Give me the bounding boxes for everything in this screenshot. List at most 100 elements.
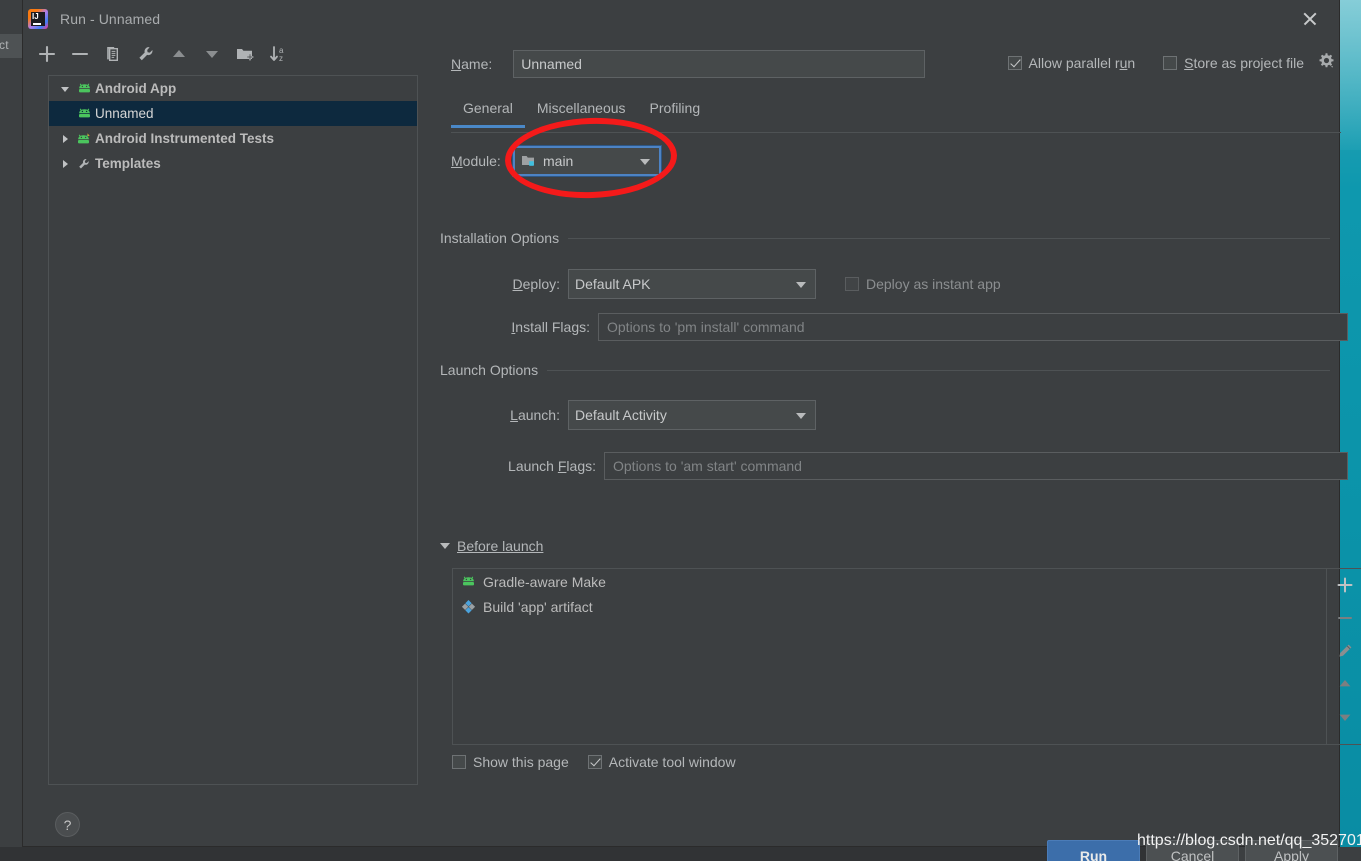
show-this-page-checkbox[interactable]: Show this page xyxy=(452,754,569,770)
close-icon[interactable] xyxy=(1299,8,1321,30)
help-button[interactable]: ? xyxy=(55,812,80,837)
chevron-down-icon[interactable] xyxy=(640,159,650,165)
add-configuration-button[interactable] xyxy=(36,43,58,65)
store-as-project-file-label: Store as project file xyxy=(1184,55,1304,71)
chevron-down-icon[interactable] xyxy=(440,543,450,549)
chevron-down-icon[interactable] xyxy=(796,282,806,288)
launch-value: Default Activity xyxy=(575,407,667,423)
checkbox-box[interactable] xyxy=(1007,56,1022,70)
launch-dropdown[interactable]: Default Activity xyxy=(568,400,816,430)
installation-options-group: Installation Options xyxy=(440,230,1330,246)
move-task-down-button[interactable] xyxy=(1332,704,1358,730)
checkbox-box[interactable] xyxy=(587,755,602,769)
allow-parallel-run-checkbox[interactable]: Allow parallel run xyxy=(1007,55,1136,71)
deploy-dropdown[interactable]: Default APK xyxy=(568,269,816,299)
run-button[interactable]: Run xyxy=(1047,840,1140,861)
install-flags-placeholder: Options to 'pm install' command xyxy=(607,319,805,335)
deploy-as-instant-app-checkbox[interactable]: Deploy as instant app xyxy=(845,276,1001,292)
launch-flags-label: Launch Flags: xyxy=(508,458,596,474)
install-flags-input[interactable]: Options to 'pm install' command xyxy=(598,313,1348,341)
dialog-titlebar: IJ Run - Unnamed xyxy=(23,0,1339,37)
configurations-tree[interactable]: Android App Unnamed Android Instrumented… xyxy=(48,75,418,785)
tree-item-android-app[interactable]: Android App xyxy=(49,76,417,101)
checkbox-box[interactable] xyxy=(452,755,466,769)
tree-item-unnamed[interactable]: Unnamed xyxy=(49,101,417,126)
name-label: Name: xyxy=(451,56,493,72)
desktop-background-clouds xyxy=(1340,0,1361,150)
deploy-row: Deploy: Default APK Deploy as instant ap… xyxy=(488,269,1001,299)
screen-root: ct IJ Run - Unnamed a z Android App Unna… xyxy=(0,0,1361,861)
module-row: Module: main xyxy=(451,145,662,177)
svg-text:z: z xyxy=(279,54,283,63)
installation-options-title: Installation Options xyxy=(440,230,560,246)
group-divider xyxy=(547,369,1330,371)
before-launch-toolbar xyxy=(1327,568,1361,745)
tabs-separator xyxy=(451,132,1341,133)
wrench-icon[interactable] xyxy=(135,43,157,65)
tree-item-templates[interactable]: Templates xyxy=(49,151,417,176)
activate-tool-window-checkbox[interactable]: Activate tool window xyxy=(587,754,736,770)
before-launch-group: Before launch xyxy=(440,538,1340,554)
dialog-title: Run - Unnamed xyxy=(60,10,161,27)
checkbox-box[interactable] xyxy=(1163,56,1178,70)
folder-add-icon[interactable] xyxy=(234,43,256,65)
launch-label: Launch: xyxy=(510,407,560,423)
android-icon xyxy=(461,575,483,588)
module-value: main xyxy=(543,153,574,169)
launch-options-group: Launch Options xyxy=(440,362,1330,378)
remove-configuration-button[interactable] xyxy=(69,43,91,65)
tree-item-label: Android App xyxy=(95,81,177,96)
allow-parallel-run-label: Allow parallel run xyxy=(1028,55,1136,71)
launch-options-title: Launch Options xyxy=(440,362,539,378)
add-task-button[interactable] xyxy=(1332,572,1358,598)
launch-row: Launch: Default Activity xyxy=(488,400,816,430)
move-task-up-button[interactable] xyxy=(1332,671,1358,697)
launch-flags-row: Launch Flags: Options to 'am start' comm… xyxy=(488,452,1348,480)
move-down-button[interactable] xyxy=(201,43,223,65)
tree-item-label: Android Instrumented Tests xyxy=(95,131,275,146)
list-item[interactable]: Build 'app' artifact xyxy=(453,594,1326,619)
module-label: Module: xyxy=(451,153,501,169)
launch-flags-input[interactable]: Options to 'am start' command xyxy=(604,452,1348,480)
name-input[interactable] xyxy=(513,50,926,78)
configuration-editor-pane: Name: Allow parallel run Store as projec… xyxy=(428,40,1361,861)
artifact-icon xyxy=(461,599,483,614)
gear-icon[interactable] xyxy=(1318,52,1335,74)
copy-configuration-button[interactable] xyxy=(102,43,124,65)
android-test-icon xyxy=(73,132,95,146)
tab-miscellaneous[interactable]: Miscellaneous xyxy=(525,96,638,128)
list-item[interactable]: Gradle-aware Make xyxy=(453,569,1326,594)
watermark-text: https://blog.csdn.net/qq_35270145 xyxy=(1137,832,1361,849)
store-as-project-file-checkbox[interactable]: Store as project file xyxy=(1163,52,1335,74)
checkbox-box[interactable] xyxy=(845,277,859,291)
chevron-down-icon[interactable] xyxy=(796,413,806,419)
configuration-tabs: General Miscellaneous Profiling xyxy=(451,96,712,128)
show-this-page-label: Show this page xyxy=(473,754,569,770)
run-configurations-dialog: IJ Run - Unnamed a z Android App Unnamed… xyxy=(22,0,1361,861)
tab-general[interactable]: General xyxy=(451,96,525,128)
chevron-right-icon[interactable] xyxy=(57,134,73,144)
tab-profiling[interactable]: Profiling xyxy=(638,96,713,128)
chevron-down-icon[interactable] xyxy=(57,84,73,94)
before-launch-list[interactable]: Gradle-aware Make Build 'app' artifact xyxy=(452,568,1327,745)
deploy-label: Deploy: xyxy=(512,276,560,292)
chevron-right-icon[interactable] xyxy=(57,159,73,169)
bottom-checkboxes: Show this page Activate tool window xyxy=(452,754,736,770)
remove-task-button[interactable] xyxy=(1332,605,1358,631)
pencil-icon[interactable] xyxy=(1332,638,1358,664)
sort-alpha-icon[interactable]: a z xyxy=(267,43,289,65)
android-icon xyxy=(73,107,95,120)
module-dropdown[interactable]: main xyxy=(512,145,662,177)
list-item-label: Build 'app' artifact xyxy=(483,598,593,615)
tree-item-android-instrumented-tests[interactable]: Android Instrumented Tests xyxy=(49,126,417,151)
tree-item-label: Unnamed xyxy=(95,106,154,121)
group-divider xyxy=(568,237,1330,239)
install-flags-label: Install Flags: xyxy=(511,319,590,335)
deploy-value: Default APK xyxy=(575,276,651,292)
list-item-label: Gradle-aware Make xyxy=(483,573,606,590)
install-flags-row: Install Flags: Options to 'pm install' c… xyxy=(488,313,1348,341)
configurations-sidebar: a z Android App Unnamed Android Instrume… xyxy=(26,40,418,837)
move-up-button[interactable] xyxy=(168,43,190,65)
ide-left-toolwindow-label: ct xyxy=(0,38,9,52)
activate-tool-window-label: Activate tool window xyxy=(608,754,736,770)
